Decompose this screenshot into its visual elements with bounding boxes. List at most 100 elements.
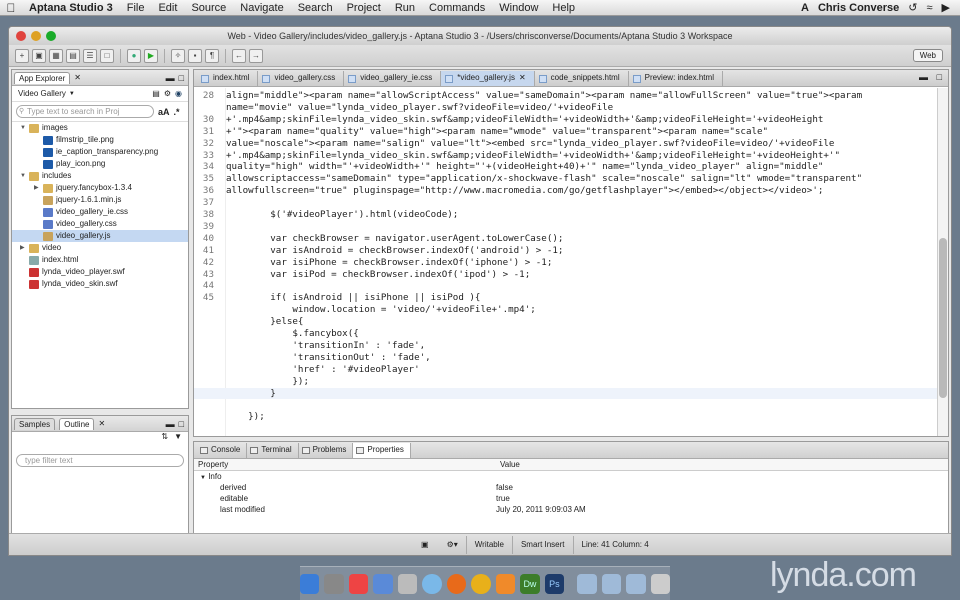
editor-tab[interactable]: index.html — [197, 71, 259, 86]
project-selector[interactable]: Video Gallery ▼ ▤ ⚙ ◉ — [12, 86, 188, 102]
menu-run[interactable]: Run — [388, 2, 422, 14]
save-icon[interactable]: ▣ — [32, 48, 46, 63]
sort-icon[interactable]: ⇅ — [161, 432, 168, 446]
tree-item[interactable]: ▼ includes — [12, 170, 188, 182]
tree-item[interactable]: ▶ jquery.fancybox-1.3.4 — [12, 182, 188, 194]
column-value[interactable]: Value — [496, 459, 520, 470]
app-menu[interactable]: Aptana Studio 3 — [22, 2, 120, 14]
calendar-icon[interactable] — [348, 573, 369, 594]
property-row[interactable]: editable true — [194, 493, 948, 504]
tree-item[interactable]: video_gallery.js — [12, 230, 188, 242]
minimize-view-icon[interactable]: ▬ — [166, 73, 175, 83]
tree-item[interactable]: filmstrip_tile.png — [12, 134, 188, 146]
menu-navigate[interactable]: Navigate — [233, 2, 290, 14]
code-line[interactable]: 43 var isiPod = checkBrowser.indexOf('ip… — [194, 269, 938, 281]
close-icon[interactable]: ✕ — [74, 73, 81, 82]
code-line[interactable]: }); — [194, 376, 938, 388]
tree-item[interactable]: play_icon.png — [12, 158, 188, 170]
menu-commands[interactable]: Commands — [422, 2, 492, 14]
tree-item[interactable]: ie_caption_transparency.png — [12, 146, 188, 158]
bottom-tab[interactable]: Properties — [353, 443, 411, 458]
tab-app-explorer[interactable]: App Explorer — [14, 71, 71, 84]
minimize-view-icon[interactable]: ▬ — [166, 419, 175, 429]
system-prefs-icon[interactable] — [324, 573, 344, 594]
editor-tab[interactable]: *video_gallery.js ✕ — [441, 71, 535, 86]
tree-item[interactable]: video_gallery.css — [12, 218, 188, 230]
project-search-input[interactable]: ⚲ Type text to search in Proj — [16, 105, 154, 118]
bottom-tab[interactable]: Terminal — [247, 443, 299, 458]
code-line[interactable]: $.fancybox({ — [194, 328, 938, 340]
safari-icon[interactable] — [422, 573, 442, 594]
code-line[interactable]: } — [194, 387, 938, 400]
code-line[interactable]: 28 align="middle"><param name="allowScrip… — [194, 90, 938, 102]
print-icon[interactable]: ▤ — [66, 48, 80, 63]
menu-search[interactable]: Search — [291, 2, 340, 14]
code-line[interactable]: 'transitionOut' : 'fade', — [194, 352, 938, 364]
documents-icon[interactable] — [626, 573, 646, 594]
case-sensitive-icon[interactable]: aA — [158, 107, 170, 117]
folder-icon[interactable] — [577, 573, 597, 594]
menu-file[interactable]: File — [120, 2, 152, 14]
tree-item[interactable]: ▶ video — [12, 242, 188, 254]
menu-window[interactable]: Window — [492, 2, 545, 14]
menu-edit[interactable]: Edit — [151, 2, 184, 14]
code-line[interactable]: 45 if( isAndroid || isiPhone || isiPod )… — [194, 292, 938, 304]
code-line[interactable] — [194, 399, 938, 411]
tab-samples[interactable]: Samples — [14, 417, 56, 430]
menu-help[interactable]: Help — [545, 2, 582, 14]
tree-item[interactable]: index.html — [12, 254, 188, 266]
tab-outline[interactable]: Outline — [59, 417, 95, 430]
bottom-tab[interactable]: Problems — [299, 443, 354, 458]
code-line[interactable]: 'href' : '#videoPlayer' — [194, 364, 938, 376]
code-line[interactable]: window.location = 'video/'+videoFile+'.m… — [194, 304, 938, 316]
maximize-view-icon[interactable]: □ — [179, 419, 184, 429]
view-menu-icon[interactable]: ▼ — [174, 432, 182, 446]
whitespace-icon[interactable]: ¶ — [205, 48, 219, 63]
editor-tab[interactable]: Preview: index.html — [629, 71, 723, 86]
editor-tab[interactable]: code_snippets.html — [535, 71, 629, 86]
gear-icon[interactable]: ⚙ — [164, 89, 171, 98]
tree-item[interactable]: jquery-1.6.1.min.js — [12, 194, 188, 206]
tree-item[interactable]: ▼ images — [12, 122, 188, 134]
code-line[interactable]: 37 — [194, 197, 938, 209]
trash-icon[interactable] — [650, 573, 671, 594]
user-name[interactable]: Chris Converse — [818, 2, 899, 14]
scroll-thumb[interactable] — [939, 238, 947, 398]
web-perspective-button[interactable]: Web — [912, 49, 943, 62]
maximize-view-icon[interactable]: □ — [179, 73, 184, 83]
code-line[interactable]: 30 +'.mp4&amp;skinFile=lynda_video_skin.s… — [194, 114, 938, 126]
code-line[interactable]: }); — [194, 411, 938, 423]
property-row[interactable]: derived false — [194, 482, 948, 493]
outline-filter-input[interactable]: type filter text — [16, 454, 184, 467]
code-line[interactable]: 34 quality="high" width="'+videoWidth+'" … — [194, 161, 938, 173]
maximize-view-icon[interactable]: □ — [937, 72, 942, 82]
apple-icon[interactable]:  — [0, 1, 22, 15]
code-line[interactable]: 36 allowfullscreen="true" pluginspage="ht… — [194, 185, 938, 197]
regex-icon[interactable]: .* — [174, 107, 180, 117]
menu-source[interactable]: Source — [184, 2, 233, 14]
chevron-down-icon[interactable]: ▼ — [20, 170, 29, 182]
code-area[interactable]: 28 align="middle"><param name="allowScrip… — [194, 88, 938, 436]
code-line[interactable]: 41 var isAndroid = checkBrowser.indexOf(… — [194, 245, 938, 257]
property-row[interactable]: last modified July 20, 2011 9:09:03 AM — [194, 504, 948, 515]
finder-icon[interactable] — [299, 573, 320, 594]
adobe-icon[interactable]: A — [801, 2, 809, 14]
time-machine-icon[interactable]: ↺ — [908, 1, 917, 14]
aptana-icon[interactable] — [495, 573, 516, 594]
volume-icon[interactable]: ▶ — [942, 1, 950, 14]
hierarchy-icon[interactable]: ☰ — [83, 48, 97, 63]
deploy-icon[interactable]: □ — [100, 48, 114, 63]
downloads-icon[interactable] — [601, 573, 622, 594]
code-line[interactable]: 42 var isiPhone = checkBrowser.indexOf('… — [194, 257, 938, 269]
settings-icon[interactable]: ⚙▾ — [447, 540, 458, 549]
property-group-row[interactable]: ▼ Info — [194, 471, 948, 482]
dreamweaver-icon[interactable]: Dw — [520, 573, 540, 594]
tree-item[interactable]: video_gallery_ie.css — [12, 206, 188, 218]
forward-icon[interactable]: → — [249, 48, 263, 63]
collapse-all-icon[interactable]: ▤ — [152, 89, 160, 98]
column-property[interactable]: Property — [194, 459, 496, 470]
code-line[interactable]: name="movie" value="lynda_video_player.s… — [194, 102, 938, 114]
chevron-down-icon[interactable]: ▼ — [20, 122, 29, 134]
code-line[interactable]: 44 — [194, 280, 938, 292]
menu-project[interactable]: Project — [340, 2, 388, 14]
